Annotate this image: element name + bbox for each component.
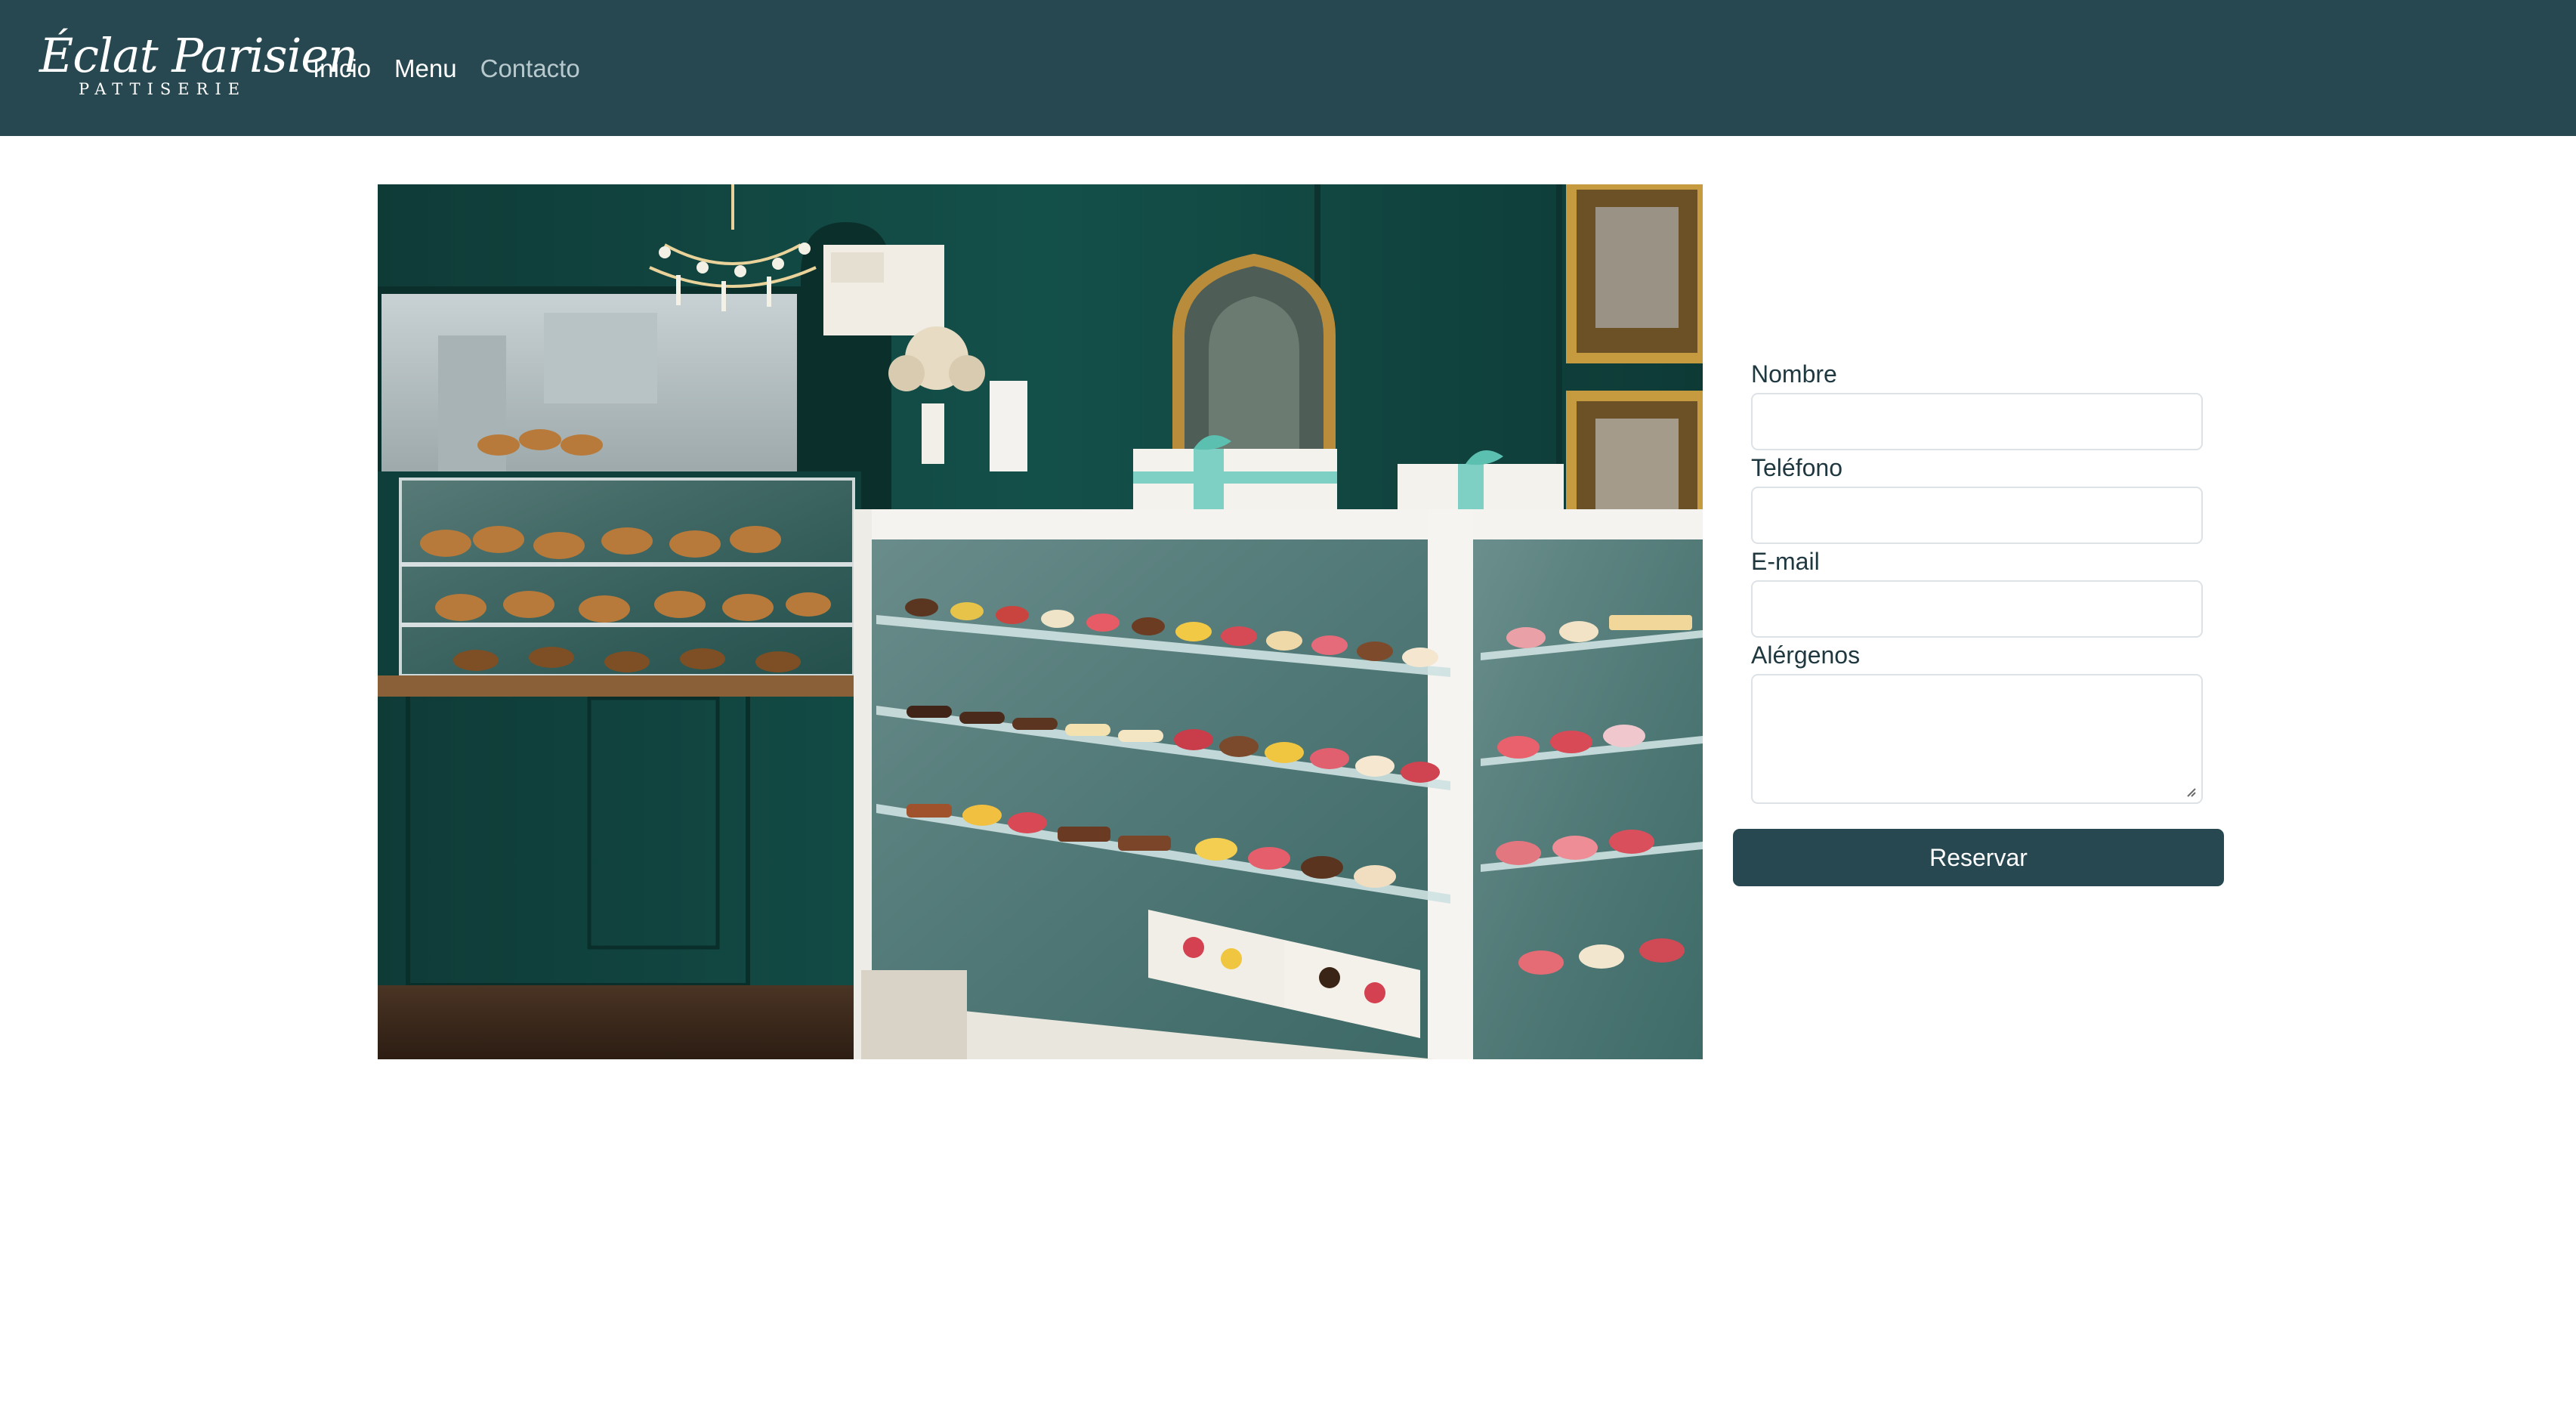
pastry-shop-photo [378, 184, 1703, 1059]
email-input[interactable] [1751, 580, 2203, 638]
allergens-label: Alérgenos [1751, 641, 1861, 669]
navbar: Éclat Parisien PATTISERIE Inicio Menu Co… [0, 0, 2576, 136]
nav-link-menu[interactable]: Menu [394, 50, 457, 88]
phone-label: Teléfono [1751, 454, 1842, 481]
name-input[interactable] [1751, 393, 2203, 450]
main-nav: Inicio Menu Contacto [313, 50, 580, 88]
resize-grip-icon[interactable] [2185, 786, 2197, 798]
email-label: E-mail [1751, 548, 1820, 575]
brand-name: Éclat Parisien [39, 28, 358, 83]
brand-logo[interactable]: Éclat Parisien PATTISERIE [39, 29, 358, 104]
name-label: Nombre [1751, 360, 1837, 388]
phone-input[interactable] [1751, 487, 2203, 544]
nav-link-inicio[interactable]: Inicio [313, 50, 371, 88]
nav-link-contacto[interactable]: Contacto [480, 50, 580, 88]
brand-tagline: PATTISERIE [79, 80, 247, 98]
reserve-button[interactable]: Reservar [1733, 829, 2224, 886]
allergens-textarea[interactable] [1751, 674, 2203, 804]
